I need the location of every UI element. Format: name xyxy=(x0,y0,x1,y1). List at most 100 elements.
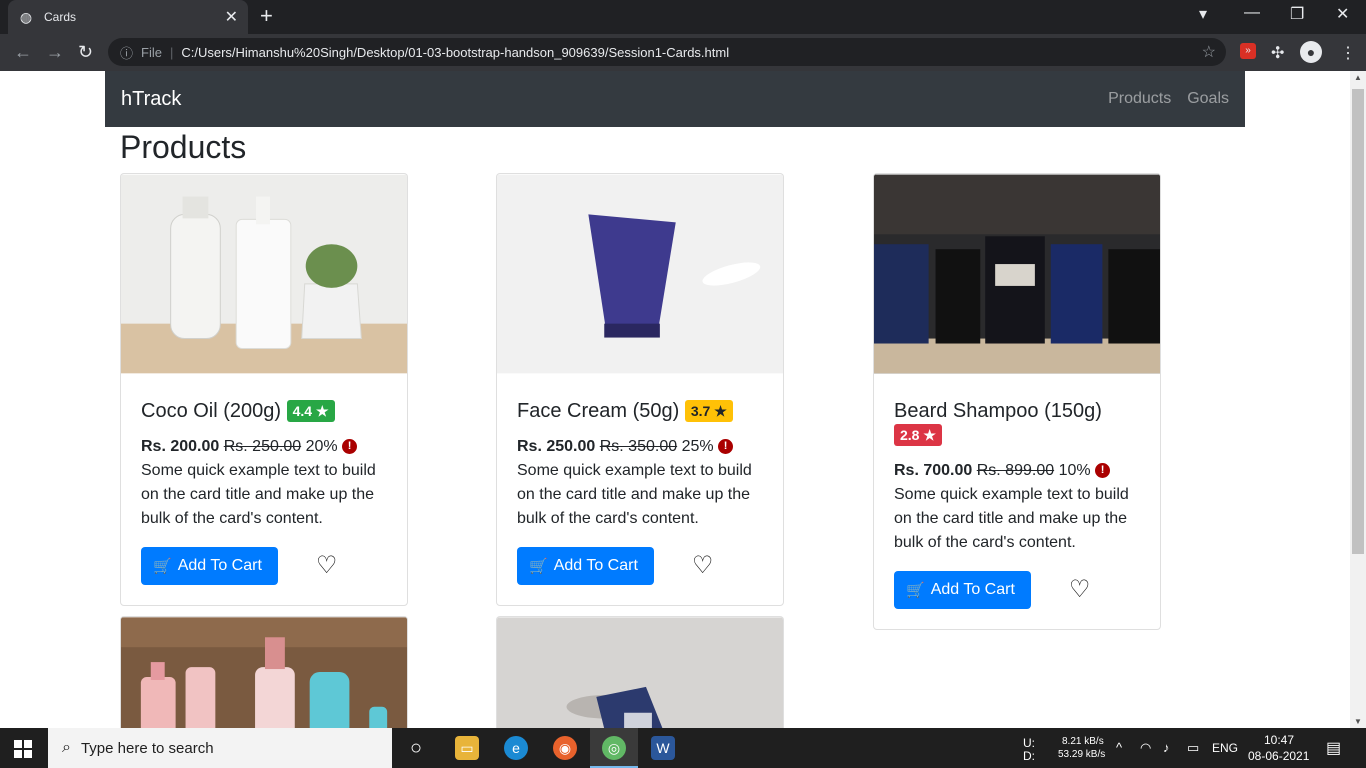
cart-icon: 🛒 xyxy=(529,558,548,575)
heart-icon[interactable]: ♡ xyxy=(316,554,338,578)
globe-icon: ◍ xyxy=(19,9,33,25)
download-label: D: xyxy=(1023,749,1035,763)
product-card: Coco Oil (200g) 4.4 ★ Rs. 200.00 Rs. 250… xyxy=(120,173,408,606)
browser-toolbar: ← → ↻ ⓘ File | C:/Users/Himanshu%20Singh… xyxy=(0,34,1366,71)
browser-tab-strip: ◍ Cards ✕ + ▾ — ❐ ✕ xyxy=(0,0,1366,34)
back-icon[interactable]: ← xyxy=(14,42,32,62)
scroll-up-icon[interactable]: ▲ xyxy=(1354,73,1362,82)
star-icon: ★ xyxy=(923,427,936,443)
file-explorer-icon[interactable]: ▭ xyxy=(455,736,479,760)
cart-icon: 🛒 xyxy=(906,582,925,599)
minimize-button[interactable]: — xyxy=(1244,4,1260,22)
clock-time[interactable]: 10:47 xyxy=(1264,733,1294,747)
site-navbar: hTrack Products Goals xyxy=(105,71,1245,127)
word-icon[interactable]: W xyxy=(651,736,675,760)
taskbar-search[interactable]: ⌕ Type here to search xyxy=(48,728,392,768)
browser-tab[interactable]: ◍ Cards ✕ xyxy=(8,0,248,34)
profile-avatar-icon[interactable]: ● xyxy=(1300,41,1322,63)
product-card: Face Cream (50g) 3.7 ★ Rs. 250.00 Rs. 35… xyxy=(496,173,784,606)
star-icon: ★ xyxy=(714,403,727,419)
reload-icon[interactable]: ↻ xyxy=(78,42,93,62)
task-view-icon[interactable]: ○ xyxy=(404,736,428,760)
rating-value: 3.7 xyxy=(690,403,711,419)
url-separator: | xyxy=(169,44,174,60)
windows-taskbar: ⌕ Type here to search ○ ▭ e ◉ ◎ W U: D: … xyxy=(0,728,1366,768)
forward-icon[interactable]: → xyxy=(46,42,64,62)
tab-title: Cards xyxy=(44,10,77,24)
product-description: Some quick example text to build on the … xyxy=(894,486,1129,551)
price: Rs. 250.00 xyxy=(517,438,596,455)
product-title: Face Cream (50g) xyxy=(517,400,680,422)
add-to-cart-button[interactable]: 🛒 Add To Cart xyxy=(141,547,278,585)
info-icon[interactable]: ⓘ xyxy=(120,43,133,62)
product-image-partial xyxy=(121,617,407,728)
cart-icon: 🛒 xyxy=(153,558,172,575)
scroll-down-icon[interactable]: ▼ xyxy=(1354,717,1362,726)
heart-icon[interactable]: ♡ xyxy=(692,554,714,578)
battery-icon[interactable]: ▭ xyxy=(1187,740,1199,756)
url-scheme-label: File xyxy=(141,44,162,60)
address-bar[interactable]: ⓘ File | C:/Users/Himanshu%20Singh/Deskt… xyxy=(108,38,1226,66)
close-window-button[interactable]: ✕ xyxy=(1336,4,1349,24)
add-to-cart-button[interactable]: 🛒 Add To Cart xyxy=(894,571,1031,609)
rating-badge: 4.4 ★ xyxy=(286,400,335,422)
url-text[interactable]: C:/Users/Himanshu%20Singh/Desktop/01-03-… xyxy=(181,45,729,60)
new-tab-button[interactable]: + xyxy=(260,4,273,28)
restore-button[interactable]: ❐ xyxy=(1290,4,1304,24)
old-price: Rs. 899.00 xyxy=(976,462,1055,479)
profile-menu-icon[interactable]: ▾ xyxy=(1199,4,1207,24)
firefox-icon[interactable]: ◉ xyxy=(553,736,577,760)
wifi-icon[interactable]: ◠ xyxy=(1140,740,1151,756)
edge-icon[interactable]: e xyxy=(504,736,528,760)
price: Rs. 700.00 xyxy=(894,462,973,479)
product-image-face-cream xyxy=(497,174,783,374)
product-card xyxy=(496,616,784,728)
nav-link-goals[interactable]: Goals xyxy=(1187,90,1229,108)
rating-value: 4.4 xyxy=(292,403,313,419)
notification-icon[interactable]: ▤ xyxy=(1326,738,1341,758)
product-title: Coco Oil (200g) xyxy=(141,400,282,422)
product-image-partial xyxy=(497,617,783,728)
discount: 10% xyxy=(1058,462,1091,479)
product-image-coco-oil xyxy=(121,174,407,374)
page-title: Products xyxy=(120,129,247,165)
product-image-beard-shampoo xyxy=(874,174,1160,374)
price: Rs. 200.00 xyxy=(141,438,220,455)
language-indicator[interactable]: ENG xyxy=(1212,741,1238,755)
nav-link-products[interactable]: Products xyxy=(1108,90,1171,108)
alert-icon: ! xyxy=(718,439,734,454)
heart-icon[interactable]: ♡ xyxy=(1069,578,1091,602)
puzzle-icon[interactable]: ✣ xyxy=(1271,43,1284,63)
product-card xyxy=(120,616,408,728)
product-description: Some quick example text to build on the … xyxy=(141,462,376,527)
rating-badge: 3.7 ★ xyxy=(684,400,733,422)
product-description: Some quick example text to build on the … xyxy=(517,462,752,527)
add-to-cart-label: Add To Cart xyxy=(177,557,262,574)
close-tab-icon[interactable]: ✕ xyxy=(225,7,238,27)
rating-value: 2.8 xyxy=(900,427,920,443)
add-to-cart-label: Add To Cart xyxy=(930,581,1015,598)
brand-logo[interactable]: hTrack xyxy=(121,88,1092,111)
page-scrollbar[interactable]: ▲ ▼ xyxy=(1350,71,1366,728)
bookmark-star-icon[interactable]: ☆ xyxy=(1202,42,1216,62)
search-icon: ⌕ xyxy=(62,739,71,756)
star-icon: ★ xyxy=(315,403,329,419)
alert-icon: ! xyxy=(342,439,358,454)
page-viewport: hTrack Products Goals Products Coco Oil … xyxy=(0,71,1350,728)
chrome-active-indicator xyxy=(590,728,638,768)
chevron-up-icon[interactable]: ^ xyxy=(1116,740,1122,755)
discount: 20% xyxy=(305,438,338,455)
clock-date[interactable]: 08-06-2021 xyxy=(1248,749,1309,763)
upload-speed: 8.21 kB/s xyxy=(1062,736,1104,747)
speaker-icon[interactable]: ♪ xyxy=(1163,740,1170,755)
windows-start-icon[interactable] xyxy=(14,740,32,758)
kebab-menu-icon[interactable]: ⋮ xyxy=(1340,43,1356,63)
rating-badge: 2.8 ★ xyxy=(894,424,942,446)
upload-label: U: xyxy=(1023,736,1035,750)
product-title: Beard Shampoo (150g) xyxy=(894,400,1102,422)
add-to-cart-button[interactable]: 🛒 Add To Cart xyxy=(517,547,654,585)
extension-icon[interactable]: » xyxy=(1240,43,1256,59)
scrollbar-thumb[interactable] xyxy=(1352,89,1364,554)
add-to-cart-label: Add To Cart xyxy=(553,557,638,574)
product-card: Beard Shampoo (150g) 2.8 ★ Rs. 700.00 Rs… xyxy=(873,173,1161,630)
